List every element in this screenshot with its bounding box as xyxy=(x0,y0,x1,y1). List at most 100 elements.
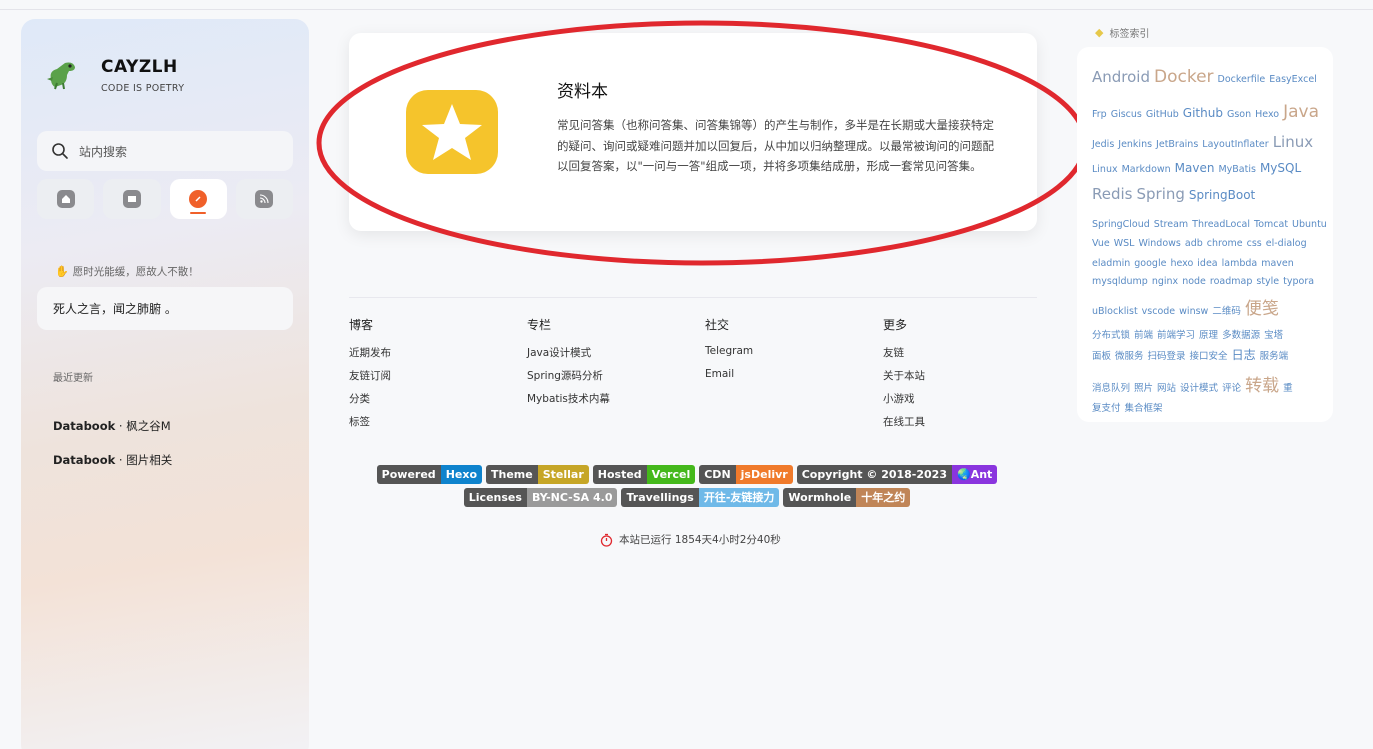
tag-link[interactable]: Linux xyxy=(1092,164,1118,175)
tag-link[interactable]: 便笺 xyxy=(1245,294,1279,319)
tag-link[interactable]: Gson xyxy=(1227,109,1251,120)
tag-link[interactable]: 面板 xyxy=(1092,348,1111,362)
tab-explore[interactable] xyxy=(169,179,227,219)
tag-link[interactable]: GitHub xyxy=(1146,109,1179,120)
tag-link[interactable]: vscode xyxy=(1142,306,1175,317)
tag-link[interactable]: Maven xyxy=(1175,161,1215,175)
footer-badge[interactable]: Licenses BY-NC-SA 4.0 xyxy=(463,488,618,507)
tag-link[interactable]: 设计模式 xyxy=(1180,380,1218,394)
tag-link[interactable]: 分布式锁 xyxy=(1092,327,1130,341)
tag-link[interactable]: 宝塔 xyxy=(1264,327,1283,341)
footer-badge[interactable]: Travellings 开往-友链接力 xyxy=(621,488,780,507)
tag-link[interactable]: 网站 xyxy=(1157,380,1176,394)
tag-link[interactable]: Spring xyxy=(1136,185,1184,203)
tag-link[interactable]: css xyxy=(1247,238,1262,249)
footer-link[interactable]: Spring源码分析 xyxy=(527,368,697,391)
tag-link[interactable]: chrome xyxy=(1207,238,1243,249)
tag-link[interactable]: 集合框架 xyxy=(1125,400,1163,414)
footer-badge[interactable]: Powered Hexo xyxy=(376,465,483,484)
tag-link[interactable]: 日志 xyxy=(1232,346,1256,363)
tag-link[interactable]: eladmin xyxy=(1092,258,1130,269)
tag-link[interactable]: 前端学习 xyxy=(1157,327,1195,341)
tag-link[interactable]: Hexo xyxy=(1255,109,1279,120)
wiki-card[interactable]: 资料本 常见问答集（也称问答集、问答集锦等）的产生与制作，多半是在长期或大量接获… xyxy=(349,33,1037,231)
footer-link[interactable]: 小游戏 xyxy=(883,391,1053,414)
tag-link[interactable]: style xyxy=(1256,276,1279,287)
tag-link[interactable]: 多数据源 xyxy=(1222,327,1260,341)
footer-link[interactable]: 友链 xyxy=(883,345,1053,368)
tag-link[interactable]: 评论 xyxy=(1222,380,1241,394)
tag-link[interactable]: 原理 xyxy=(1199,327,1218,341)
footer-link[interactable]: Email xyxy=(705,368,875,391)
tag-link[interactable]: 转载 xyxy=(1245,371,1279,396)
tag-link[interactable]: 复支付 xyxy=(1092,400,1121,414)
tag-link[interactable]: Markdown xyxy=(1122,164,1171,175)
tag-link[interactable]: Frp xyxy=(1092,109,1107,120)
tag-link[interactable]: mysqldump xyxy=(1092,276,1148,287)
tag-link[interactable]: 照片 xyxy=(1134,380,1153,394)
tag-link[interactable]: Giscus xyxy=(1111,109,1142,120)
tag-link[interactable]: MySQL xyxy=(1260,161,1301,175)
footer-link[interactable]: Telegram xyxy=(705,345,875,368)
tag-link[interactable]: Dockerfile xyxy=(1218,74,1266,85)
tag-link[interactable]: Stream xyxy=(1154,219,1188,230)
tag-link[interactable]: 扫码登录 xyxy=(1148,348,1186,362)
footer-badge[interactable]: CDN jsDelivr xyxy=(699,465,793,484)
tag-link[interactable]: typora xyxy=(1283,276,1314,287)
tab-rss[interactable] xyxy=(235,179,293,219)
footer-link[interactable]: Java设计模式 xyxy=(527,345,697,368)
footer-link[interactable]: 近期发布 xyxy=(349,345,519,368)
search-input[interactable]: 站内搜索 xyxy=(37,131,293,171)
footer-link[interactable]: 友链订阅 xyxy=(349,368,519,391)
tag-link[interactable]: hexo xyxy=(1170,258,1193,269)
tag-link[interactable]: SpringCloud xyxy=(1092,219,1150,230)
tag-link[interactable]: Jenkins xyxy=(1118,139,1152,150)
tag-link[interactable]: Android xyxy=(1092,68,1150,86)
tag-link[interactable]: Java xyxy=(1283,102,1319,122)
tag-link[interactable]: roadmap xyxy=(1210,276,1252,287)
tab-wiki[interactable] xyxy=(103,179,161,219)
recent-item[interactable]: Databook · 枫之谷M xyxy=(53,418,171,434)
footer-link[interactable]: 在线工具 xyxy=(883,414,1053,437)
tag-link[interactable]: node xyxy=(1182,276,1206,287)
footer-link[interactable]: 分类 xyxy=(349,391,519,414)
tag-link[interactable]: 接口安全 xyxy=(1190,348,1228,362)
tag-link[interactable]: Docker xyxy=(1154,67,1214,87)
footer-badge[interactable]: Hosted Vercel xyxy=(592,465,696,484)
tag-link[interactable]: lambda xyxy=(1222,258,1258,269)
tag-link[interactable]: maven xyxy=(1261,258,1294,269)
tag-link[interactable]: 前端 xyxy=(1134,327,1153,341)
tag-link[interactable]: Tomcat xyxy=(1254,219,1288,230)
dinosaur-avatar-icon[interactable] xyxy=(45,57,79,91)
tag-link[interactable]: adb xyxy=(1185,238,1203,249)
tag-link[interactable]: Vue xyxy=(1092,238,1110,249)
tag-link[interactable]: ThreadLocal xyxy=(1192,219,1250,230)
tag-link[interactable]: Linux xyxy=(1273,133,1313,151)
tag-link[interactable]: Github xyxy=(1183,106,1223,120)
tag-link[interactable]: el-dialog xyxy=(1266,238,1307,249)
tag-link[interactable]: Jedis xyxy=(1092,139,1114,150)
tag-link[interactable]: WSL xyxy=(1114,238,1135,249)
footer-link[interactable]: Mybatis技术内幕 xyxy=(527,391,697,414)
tag-link[interactable]: EasyExcel xyxy=(1269,74,1317,85)
tag-link[interactable]: idea xyxy=(1197,258,1217,269)
tag-link[interactable]: 二维码 xyxy=(1212,303,1241,317)
tab-home[interactable] xyxy=(37,179,95,219)
tag-link[interactable]: google xyxy=(1134,258,1166,269)
tag-link[interactable]: MyBatis xyxy=(1218,164,1255,175)
footer-link[interactable]: 标签 xyxy=(349,414,519,437)
tag-link[interactable]: 消息队列 xyxy=(1092,380,1130,394)
site-title[interactable]: CAYZLH xyxy=(101,57,178,77)
tag-link[interactable]: Redis xyxy=(1092,185,1132,203)
tag-link[interactable]: SpringBoot xyxy=(1189,188,1255,202)
tag-link[interactable]: winsw xyxy=(1179,306,1208,317)
footer-badge[interactable]: Wormhole 十年之约 xyxy=(783,488,911,507)
footer-badge[interactable]: Theme Stellar xyxy=(486,465,589,484)
tag-link[interactable]: uBlocklist xyxy=(1092,306,1138,317)
tag-link[interactable]: Windows xyxy=(1138,238,1180,249)
tag-link[interactable]: 微服务 xyxy=(1115,348,1144,362)
tag-link[interactable]: JetBrains xyxy=(1156,139,1198,150)
footer-link[interactable]: 关于本站 xyxy=(883,368,1053,391)
tag-link[interactable]: 服务端 xyxy=(1260,348,1289,362)
tag-link[interactable]: 重 xyxy=(1283,380,1293,394)
